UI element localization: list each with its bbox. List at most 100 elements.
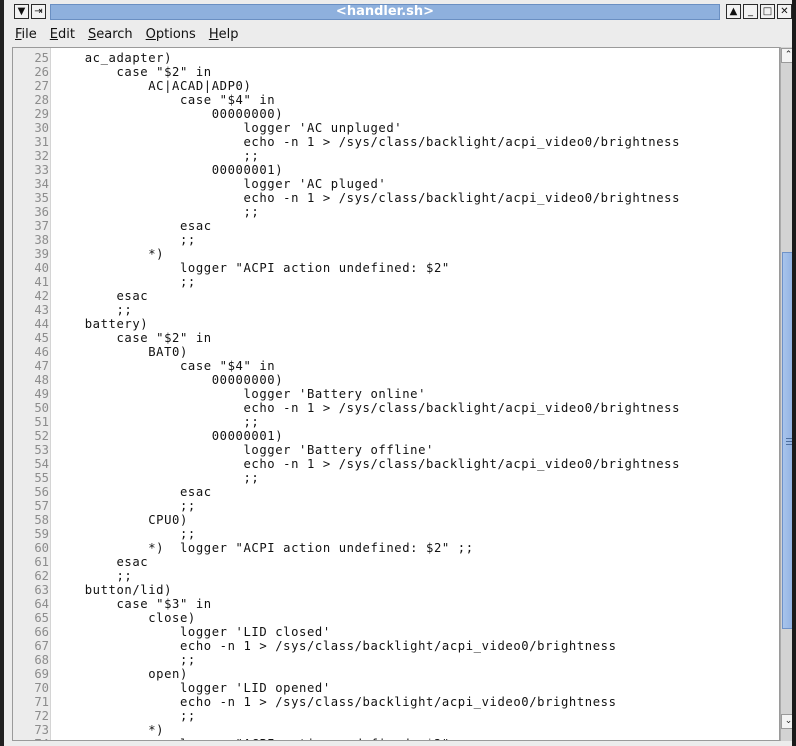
code-line[interactable]: 62 ;; bbox=[13, 569, 779, 583]
menu-help-accel: H bbox=[208, 27, 219, 42]
code-line[interactable]: 42 esac bbox=[13, 289, 779, 303]
code-line[interactable]: 68 ;; bbox=[13, 653, 779, 667]
code-line[interactable]: 46 BAT0) bbox=[13, 345, 779, 359]
line-text: case "$2" in bbox=[53, 65, 212, 79]
line-number: 35 bbox=[34, 191, 49, 205]
code-line[interactable]: 74 logger "ACPI action undefined: $2" bbox=[13, 737, 779, 740]
close-button[interactable]: ✕ bbox=[777, 4, 792, 19]
code-line[interactable]: 32 ;; bbox=[13, 149, 779, 163]
line-text: esac bbox=[53, 219, 212, 233]
line-text: 00000000) bbox=[53, 373, 284, 387]
code-line[interactable]: 56 esac bbox=[13, 485, 779, 499]
title-bar[interactable]: ▼ ⇥ <handler.sh> ▲ _ □ ✕ bbox=[8, 3, 794, 23]
code-line[interactable]: 49 logger 'Battery online' bbox=[13, 387, 779, 401]
line-text: echo -n 1 > /sys/class/backlight/acpi_vi… bbox=[53, 639, 617, 653]
menu-bar: File Edit Search Options Help bbox=[8, 25, 244, 45]
code-line[interactable]: 41 ;; bbox=[13, 275, 779, 289]
code-line[interactable]: 63 button/lid) bbox=[13, 583, 779, 597]
code-line[interactable]: 51 ;; bbox=[13, 415, 779, 429]
menu-edit[interactable]: Edit bbox=[43, 25, 81, 45]
code-line[interactable]: 29 00000000) bbox=[13, 107, 779, 121]
line-text: echo -n 1 > /sys/class/backlight/acpi_vi… bbox=[53, 135, 681, 149]
line-number: 29 bbox=[34, 107, 49, 121]
code-line[interactable]: 25 ac_adapter) bbox=[13, 51, 779, 65]
line-number: 50 bbox=[34, 401, 49, 415]
code-line[interactable]: 66 logger 'LID closed' bbox=[13, 625, 779, 639]
code-line[interactable]: 55 ;; bbox=[13, 471, 779, 485]
line-number: 33 bbox=[34, 163, 49, 177]
code-line[interactable]: 58 CPU0) bbox=[13, 513, 779, 527]
shade-button[interactable]: ▲ bbox=[726, 4, 741, 19]
code-line[interactable]: 35 echo -n 1 > /sys/class/backlight/acpi… bbox=[13, 191, 779, 205]
line-text: ;; bbox=[53, 275, 196, 289]
code-line[interactable]: 72 ;; bbox=[13, 709, 779, 723]
menu-search[interactable]: Search bbox=[81, 25, 139, 45]
code-line[interactable]: 37 esac bbox=[13, 219, 779, 233]
code-line[interactable]: 31 echo -n 1 > /sys/class/backlight/acpi… bbox=[13, 135, 779, 149]
code-line[interactable]: 57 ;; bbox=[13, 499, 779, 513]
title-bar-fill[interactable]: <handler.sh> bbox=[50, 4, 720, 20]
line-text: ;; bbox=[53, 303, 133, 317]
line-number: 60 bbox=[34, 541, 49, 555]
code-line[interactable]: 30 logger 'AC unpluged' bbox=[13, 121, 779, 135]
code-line[interactable]: 53 logger 'Battery offline' bbox=[13, 443, 779, 457]
line-text: close) bbox=[53, 611, 196, 625]
triangle-down-icon: ▼ bbox=[17, 5, 26, 17]
line-number: 31 bbox=[34, 135, 49, 149]
pin-button[interactable]: ⇥ bbox=[31, 4, 46, 19]
code-line[interactable]: 73 *) bbox=[13, 723, 779, 737]
code-line[interactable]: 70 logger 'LID opened' bbox=[13, 681, 779, 695]
line-number: 72 bbox=[34, 709, 49, 723]
code-line[interactable]: 54 echo -n 1 > /sys/class/backlight/acpi… bbox=[13, 457, 779, 471]
line-text: logger 'AC pluged' bbox=[53, 177, 387, 191]
code-line[interactable]: 60 *) logger "ACPI action undefined: $2"… bbox=[13, 541, 779, 555]
line-number: 34 bbox=[34, 177, 49, 191]
line-number: 25 bbox=[34, 51, 49, 65]
code-line[interactable]: 34 logger 'AC pluged' bbox=[13, 177, 779, 191]
line-number: 59 bbox=[34, 527, 49, 541]
line-number: 46 bbox=[34, 345, 49, 359]
code-line[interactable]: 27 AC|ACAD|ADP0) bbox=[13, 79, 779, 93]
window-menu-button[interactable]: ▼ bbox=[14, 4, 29, 19]
code-line[interactable]: 52 00000001) bbox=[13, 429, 779, 443]
maximize-button[interactable]: □ bbox=[760, 4, 775, 19]
code-line[interactable]: 50 echo -n 1 > /sys/class/backlight/acpi… bbox=[13, 401, 779, 415]
line-text: logger 'LID closed' bbox=[53, 625, 331, 639]
code-line[interactable]: 38 ;; bbox=[13, 233, 779, 247]
code-line[interactable]: 44 battery) bbox=[13, 317, 779, 331]
line-text: ;; bbox=[53, 569, 133, 583]
line-text: ;; bbox=[53, 233, 196, 247]
code-line[interactable]: 71 echo -n 1 > /sys/class/backlight/acpi… bbox=[13, 695, 779, 709]
code-line[interactable]: 45 case "$2" in bbox=[13, 331, 779, 345]
line-number: 48 bbox=[34, 373, 49, 387]
menu-file[interactable]: File bbox=[8, 25, 43, 45]
code-line[interactable]: 33 00000001) bbox=[13, 163, 779, 177]
line-number: 42 bbox=[34, 289, 49, 303]
menu-options-accel: O bbox=[145, 27, 156, 42]
line-number: 51 bbox=[34, 415, 49, 429]
code-line[interactable]: 48 00000000) bbox=[13, 373, 779, 387]
pin-icon: ⇥ bbox=[34, 5, 43, 17]
line-number: 27 bbox=[34, 79, 49, 93]
code-line[interactable]: 67 echo -n 1 > /sys/class/backlight/acpi… bbox=[13, 639, 779, 653]
code-line[interactable]: 26 case "$2" in bbox=[13, 65, 779, 79]
menu-options[interactable]: Options bbox=[139, 25, 202, 45]
code-line[interactable]: 36 ;; bbox=[13, 205, 779, 219]
line-number: 49 bbox=[34, 387, 49, 401]
code-line[interactable]: 65 close) bbox=[13, 611, 779, 625]
line-number: 47 bbox=[34, 359, 49, 373]
minimize-button[interactable]: _ bbox=[743, 4, 758, 19]
code-line[interactable]: 47 case "$4" in bbox=[13, 359, 779, 373]
code-line[interactable]: 61 esac bbox=[13, 555, 779, 569]
line-text: esac bbox=[53, 485, 212, 499]
code-line[interactable]: 40 logger "ACPI action undefined: $2" bbox=[13, 261, 779, 275]
code-line[interactable]: 43 ;; bbox=[13, 303, 779, 317]
code-line[interactable]: 59 ;; bbox=[13, 527, 779, 541]
code-line[interactable]: 64 case "$3" in bbox=[13, 597, 779, 611]
menu-help[interactable]: Help bbox=[202, 25, 245, 45]
code-line[interactable]: 28 case "$4" in bbox=[13, 93, 779, 107]
code-line[interactable]: 39 *) bbox=[13, 247, 779, 261]
line-number: 52 bbox=[34, 429, 49, 443]
code-line[interactable]: 69 open) bbox=[13, 667, 779, 681]
text-editor-area[interactable]: 25 ac_adapter) 26 case "$2" in 27 AC|ACAD|… bbox=[12, 47, 780, 741]
